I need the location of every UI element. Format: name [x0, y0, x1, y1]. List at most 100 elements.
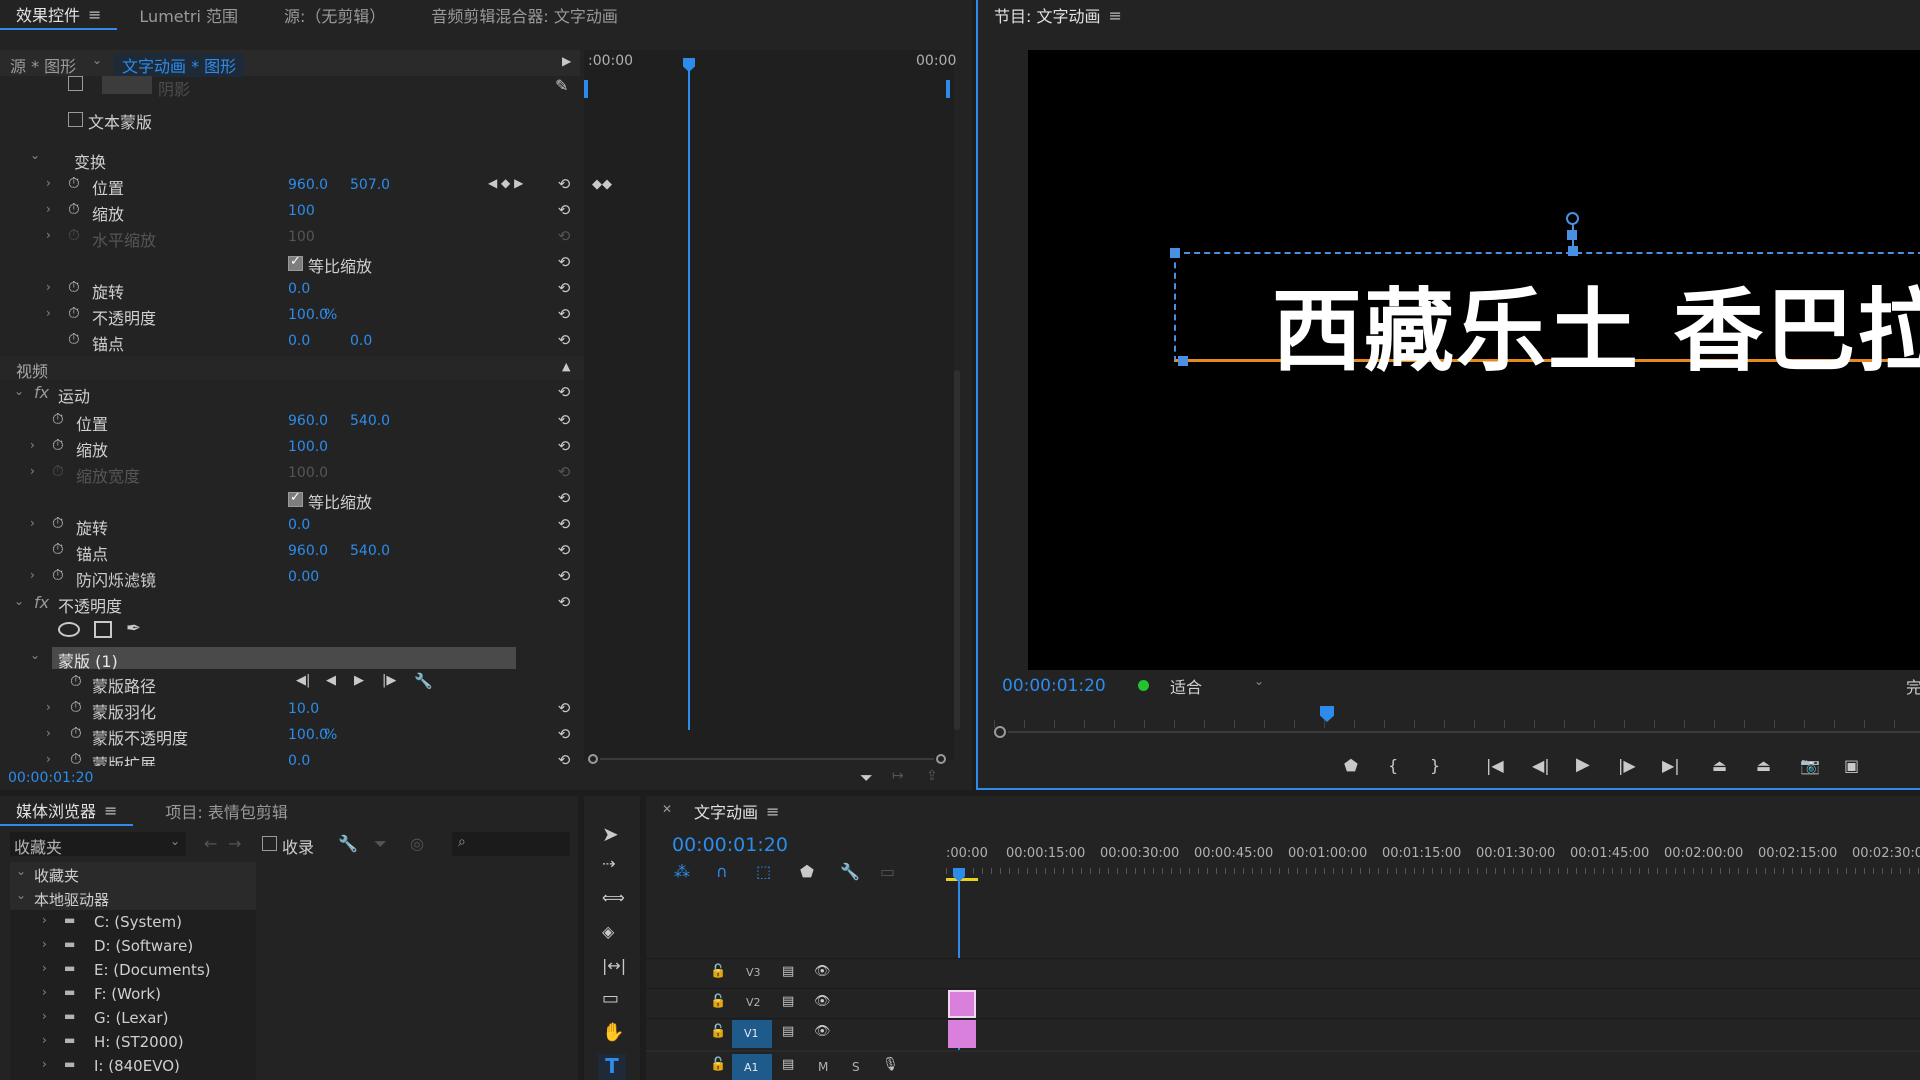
razor-tool-icon[interactable]: ◈ — [602, 922, 614, 941]
sync-lock-icon[interactable]: ▤ — [782, 1057, 794, 1072]
stopwatch-icon[interactable]: ⏱ — [52, 540, 64, 558]
lift-icon[interactable]: ⏏ — [1712, 756, 1727, 775]
expand-chevron-icon[interactable]: › — [30, 568, 35, 582]
rectangle-mask-icon[interactable] — [94, 621, 112, 638]
tab-program[interactable]: 节目: 文字动画 ≡ — [978, 0, 1138, 30]
wrench-icon[interactable]: 🔧 — [414, 672, 433, 690]
expand-chevron-icon[interactable]: › — [46, 752, 51, 766]
reset-icon[interactable]: ⟲ — [555, 700, 573, 716]
share-icon[interactable]: ⇪ — [926, 768, 938, 784]
add-marker-icon[interactable]: ⬟ — [1344, 756, 1358, 775]
list-item[interactable]: › ▬ F: (Work) — [10, 982, 256, 1006]
eyedropper-icon[interactable]: ✎ — [555, 76, 568, 95]
panel-menu-icon[interactable]: ≡ — [1108, 6, 1121, 25]
mark-in-icon[interactable]: { — [1388, 756, 1398, 775]
selection-tool-icon[interactable]: ➤ — [602, 822, 619, 846]
uniform-scale-checkbox[interactable] — [288, 490, 303, 507]
export-icon[interactable]: ↦ — [892, 768, 904, 784]
tab-lumetri-scopes[interactable]: Lumetri 范围 — [123, 0, 254, 30]
track-lane-a1[interactable] — [946, 1050, 1920, 1080]
track-mask-forward-frame-icon[interactable]: ▶ — [354, 673, 364, 688]
compare-icon[interactable]: ▣ — [1844, 756, 1859, 775]
list-item[interactable]: › ▬ G: (Lexar) — [10, 1006, 256, 1030]
play-icon[interactable]: ▶ — [1576, 754, 1590, 775]
expand-chevron-icon[interactable]: ⌄ — [14, 384, 24, 398]
track-lane-v1[interactable] — [946, 1018, 1920, 1048]
reset-icon[interactable]: ⟲ — [555, 490, 573, 506]
stopwatch-icon[interactable]: ⏱ — [70, 724, 82, 742]
expand-chevron-icon[interactable]: › — [30, 516, 35, 530]
expand-chevron-icon[interactable]: › — [46, 306, 51, 320]
program-scrubber[interactable] — [994, 706, 1920, 738]
expand-chevron-icon[interactable]: › — [46, 700, 51, 714]
shadow-checkbox[interactable] — [68, 76, 83, 91]
zoom-bar[interactable] — [1008, 731, 1920, 733]
tab-media-browser[interactable]: 媒体浏览器 ≡ — [0, 796, 134, 826]
keyframe-nav-icon[interactable]: ◀ ◆ ▶ — [488, 176, 523, 190]
stopwatch-icon[interactable]: ⏱ — [68, 330, 80, 348]
expand-chevron-icon[interactable]: › — [46, 202, 51, 216]
time-ruler[interactable]: :00:00 00:00:15:00 00:00:30:00 00:00:45:… — [946, 842, 1920, 881]
snap-icon[interactable]: ∩ — [716, 862, 728, 881]
slip-tool-icon[interactable]: |↔| — [602, 956, 626, 975]
filter-icon[interactable]: ⏷ — [860, 768, 873, 788]
panel-menu-icon[interactable]: ≡ — [88, 5, 101, 24]
linked-selection-icon[interactable]: ⬚ — [756, 862, 771, 881]
transform-position-x[interactable]: 960.0 — [288, 177, 328, 193]
stopwatch-icon[interactable]: ⏱ — [68, 304, 80, 322]
track-lane-v2[interactable] — [946, 988, 1920, 1018]
reset-icon[interactable]: ⟲ — [555, 202, 573, 218]
expand-chevron-icon[interactable]: › — [46, 726, 51, 740]
collect-checkbox[interactable] — [262, 836, 277, 851]
reset-icon[interactable]: ⟲ — [555, 726, 573, 742]
mask-opacity-value[interactable]: 100.0 — [288, 727, 328, 743]
play-only-clip-icon[interactable]: ▶ — [562, 54, 571, 68]
solo-button[interactable]: S — [852, 1060, 860, 1074]
go-to-in-icon[interactable]: |◀ — [1486, 756, 1504, 775]
anchor-point[interactable] — [1567, 230, 1577, 240]
effect-controls-timecode[interactable]: 00:00:01:20 — [8, 770, 93, 786]
track-mask-backward-icon[interactable]: ◀| — [296, 673, 310, 688]
stopwatch-icon[interactable]: ⏱ — [52, 514, 64, 532]
panel-menu-icon[interactable]: ≡ — [104, 801, 117, 820]
list-item[interactable]: › ▬ D: (Software) — [10, 934, 256, 958]
program-timecode[interactable]: 00:00:01:20 — [1002, 676, 1106, 696]
step-back-icon[interactable]: ◀| — [1532, 756, 1550, 775]
motion-anchor-x[interactable]: 960.0 — [288, 543, 328, 559]
motion-position-x[interactable]: 960.0 — [288, 413, 328, 429]
track-mask-forward-icon[interactable]: |▶ — [382, 673, 396, 688]
nest-icon[interactable]: ⁂ — [674, 862, 690, 881]
motion-anchor-y[interactable]: 540.0 — [350, 543, 390, 559]
tab-audio-clip-mixer[interactable]: 音频剪辑混合器: 文字动画 — [415, 0, 633, 30]
mute-button[interactable]: M — [818, 1060, 828, 1074]
forward-icon[interactable]: → — [228, 834, 241, 853]
timeline-timecode[interactable]: 00:00:01:20 — [672, 834, 788, 856]
motion-fx-badge[interactable]: fx — [34, 383, 49, 402]
stopwatch-icon[interactable]: ⏱ — [70, 698, 82, 716]
search-input[interactable]: ⌕ — [452, 832, 570, 856]
clip-selector[interactable]: 文字动画 * 图形 — [114, 53, 245, 77]
rotation-handle[interactable] — [1566, 212, 1579, 225]
tab-effect-controls[interactable]: 效果控件 ≡ — [0, 0, 118, 30]
mini-zoom-bar[interactable] — [584, 752, 950, 764]
tab-sequence[interactable]: 文字动画 ≡ — [678, 796, 795, 826]
captions-icon[interactable]: ▭ — [880, 862, 895, 881]
lock-icon[interactable]: 🔓 — [710, 964, 726, 979]
transform-scale-value[interactable]: 100 — [288, 203, 315, 219]
type-tool-icon[interactable]: T — [598, 1054, 626, 1080]
eye-icon[interactable]: 👁 — [814, 964, 831, 979]
fit-dropdown[interactable]: 适合 ⌄ — [1170, 672, 1270, 697]
antiflicker-value[interactable]: 0.00 — [288, 569, 319, 585]
program-title-text[interactable]: 西藏乐土 香巴拉 — [1272, 258, 1920, 388]
go-to-out-icon[interactable]: ▶| — [1662, 756, 1680, 775]
tab-project[interactable]: 项目: 表情包剪辑 — [149, 796, 303, 826]
transform-collapse-icon[interactable]: ⌄ — [30, 148, 40, 162]
ellipse-mask-icon[interactable] — [58, 622, 80, 637]
mask-row-highlight[interactable] — [52, 647, 516, 669]
reset-icon[interactable]: ⟲ — [555, 542, 573, 558]
quality-dropdown[interactable]: 完 — [1906, 674, 1920, 698]
extract-icon[interactable]: ⏏ — [1756, 756, 1771, 775]
reset-icon[interactable]: ⟲ — [555, 332, 573, 348]
transform-position-y[interactable]: 507.0 — [350, 177, 390, 193]
back-icon[interactable]: ← — [204, 834, 217, 853]
